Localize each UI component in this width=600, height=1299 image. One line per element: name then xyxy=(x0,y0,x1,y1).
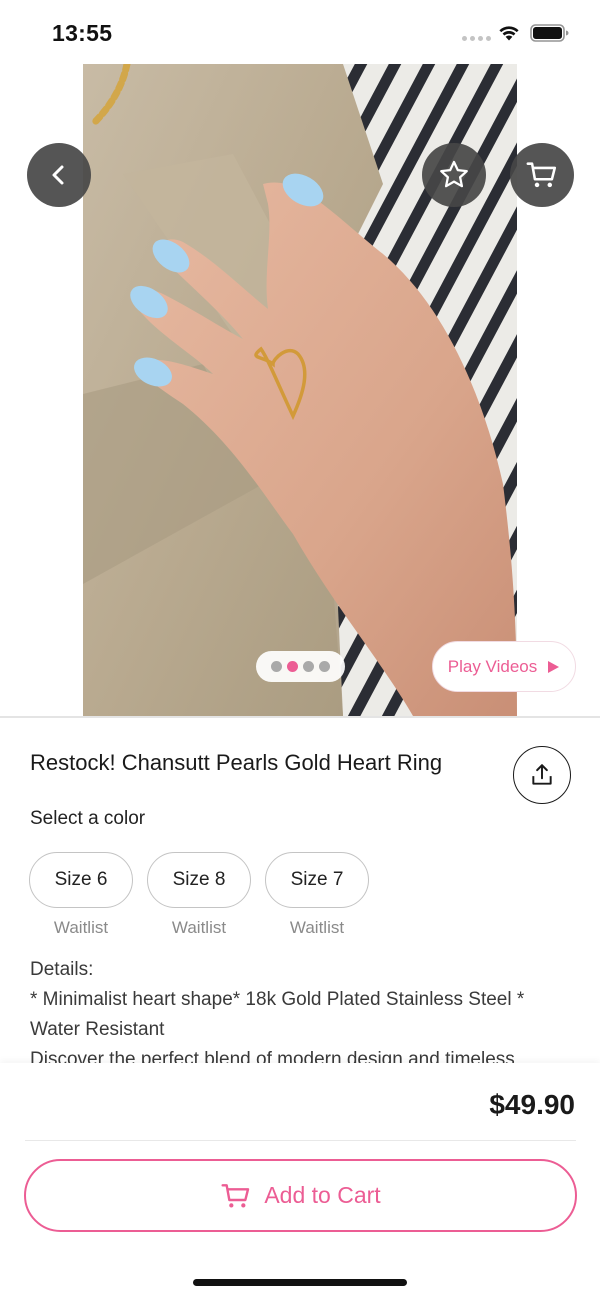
back-button[interactable] xyxy=(27,143,91,207)
pager-dot-active[interactable] xyxy=(287,661,298,672)
product-image-gallery[interactable] xyxy=(0,64,600,716)
product-price: $49.90 xyxy=(489,1089,575,1120)
size-status: Waitlist xyxy=(289,918,345,937)
pager-dot[interactable] xyxy=(303,661,314,672)
size-status: Waitlist xyxy=(53,918,109,937)
cart-icon xyxy=(526,162,557,188)
size-option: Size 6 Waitlist xyxy=(29,852,133,938)
home-indicator xyxy=(193,1279,407,1286)
product-title: Restock! Chansutt Pearls Gold Heart Ring xyxy=(30,750,443,775)
star-icon xyxy=(440,160,468,188)
details-line: Water Resistant xyxy=(30,1019,165,1040)
details-line: * Minimalist heart shape* 18k Gold Plate… xyxy=(30,989,525,1010)
size-option: Size 7 Waitlist xyxy=(265,852,369,938)
image-pager[interactable] xyxy=(256,651,345,682)
details-line: Discover the perfect blend of modern des… xyxy=(30,1049,515,1065)
signal-dots-icon xyxy=(462,36,491,41)
size-6-button[interactable]: Size 6 xyxy=(29,852,133,908)
select-color-label: Select a color xyxy=(30,808,146,829)
play-icon xyxy=(548,660,560,673)
battery-icon xyxy=(530,24,569,42)
add-to-cart-button[interactable]: Add to Cart xyxy=(24,1159,577,1232)
wifi-icon xyxy=(499,26,519,41)
status-bar: 13:55 xyxy=(0,0,600,64)
product-details: Details: * Minimalist heart shape* 18k G… xyxy=(30,955,575,1065)
cart-button[interactable] xyxy=(510,143,574,207)
cart-icon xyxy=(221,1183,250,1207)
share-icon xyxy=(532,764,552,785)
pager-dot[interactable] xyxy=(319,661,330,672)
status-time: 13:55 xyxy=(52,20,113,46)
back-arrow-icon xyxy=(52,165,64,185)
size-option: Size 8 Waitlist xyxy=(147,852,251,938)
size-7-button[interactable]: Size 7 xyxy=(265,852,369,908)
favorite-button[interactable] xyxy=(422,143,486,207)
add-to-cart-label: Add to Cart xyxy=(264,1182,381,1208)
size-8-button[interactable]: Size 8 xyxy=(147,852,251,908)
play-videos-button[interactable]: Play Videos xyxy=(432,641,576,692)
divider xyxy=(0,716,600,718)
play-videos-label: Play Videos xyxy=(447,656,538,676)
size-options: Size 6 Waitlist Size 8 Waitlist Size 7 W… xyxy=(29,852,369,938)
divider xyxy=(25,1140,576,1141)
share-button[interactable] xyxy=(513,746,571,804)
size-status: Waitlist xyxy=(171,918,227,937)
details-heading: Details: xyxy=(30,959,94,980)
pager-dot[interactable] xyxy=(271,661,282,672)
purchase-panel: $49.90 Add to Cart xyxy=(0,1063,600,1299)
